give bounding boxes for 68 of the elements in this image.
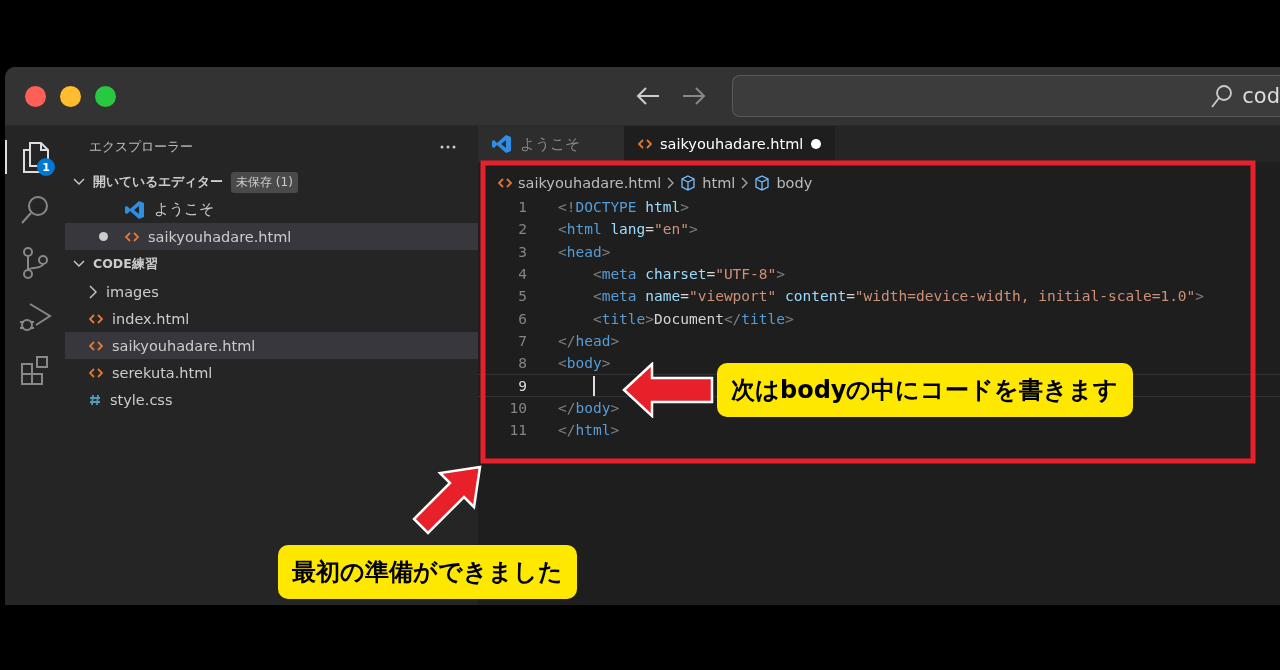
file-item[interactable]: ようこそ — [65, 196, 478, 223]
section-header[interactable]: 開いているエディター 未保存 (1) — [65, 168, 478, 196]
breadcrumb-item[interactable]: body — [776, 175, 813, 191]
file-item[interactable]: saikyouhadare.html — [65, 223, 478, 250]
editor-tab[interactable]: ようこそ — [478, 126, 624, 162]
html-file-icon — [89, 340, 103, 351]
line-number: 11 — [508, 422, 527, 439]
callout-label: 次はbodyの中にコードを書きます — [717, 363, 1133, 417]
extensions-icon[interactable] — [19, 354, 51, 386]
html-file-icon — [125, 231, 139, 242]
line-number: 4 — [517, 266, 527, 283]
html-file-icon — [89, 367, 103, 378]
chevron-icon — [89, 284, 97, 299]
command-search-field[interactable]: cod — [732, 75, 1280, 117]
cube-icon — [754, 175, 771, 191]
line-number: 6 — [517, 310, 527, 327]
minimize-button[interactable] — [60, 85, 81, 107]
file-item[interactable]: saikyouhadare.html — [65, 332, 478, 359]
forward-arrow-icon[interactable] — [681, 86, 707, 106]
code-line: </html> — [558, 422, 620, 439]
code-line: <body> — [558, 355, 611, 372]
back-arrow-icon[interactable] — [635, 86, 661, 106]
code-line: <head> — [558, 243, 611, 260]
breadcrumb-item[interactable]: saikyouhadare.html — [518, 175, 662, 191]
line-number: 3 — [517, 243, 527, 260]
file-item[interactable]: images — [65, 278, 478, 305]
html-file-icon — [498, 178, 512, 188]
editor-tab[interactable]: saikyouhadare.html — [624, 126, 836, 162]
run-debug-icon[interactable] — [18, 300, 52, 334]
files-icon[interactable] — [20, 140, 52, 174]
unsaved-badge: 未保存 (1) — [231, 171, 298, 193]
chevron-icon — [741, 177, 749, 189]
arrow-drawing — [412, 463, 484, 535]
line-number: 10 — [508, 399, 527, 416]
line-number: 7 — [517, 332, 527, 349]
code-line: <!DOCTYPE html> — [558, 199, 689, 216]
line-number: 2 — [517, 221, 527, 238]
zoom-button[interactable] — [95, 85, 116, 107]
code-line: <meta charset="UTF-8"> — [591, 266, 785, 283]
file-item[interactable]: serekuta.html — [65, 359, 478, 386]
section-header[interactable]: CODE練習 — [65, 250, 478, 278]
code-line: <meta name="viewport" content="width=device-width, initial-scale=1.0"> — [591, 288, 1205, 305]
search-icon — [1210, 83, 1235, 109]
search-icon[interactable] — [19, 194, 51, 226]
code-line: <html lang="en"> — [558, 221, 698, 238]
line-number: 9 — [517, 377, 527, 394]
close-button[interactable] — [25, 85, 46, 107]
html-file-icon — [638, 139, 652, 149]
hash-icon — [89, 393, 101, 406]
vscode-logo-icon — [125, 199, 145, 220]
more-icon[interactable] — [440, 145, 456, 149]
text-cursor — [593, 375, 595, 396]
sidebar-title: エクスプローラー — [89, 138, 193, 156]
code-line: </head> — [558, 332, 620, 349]
code-line: </body> — [558, 399, 620, 416]
vscode-logo-icon — [492, 134, 512, 154]
html-file-icon — [89, 313, 103, 324]
line-number: 5 — [517, 288, 527, 305]
chevron-icon — [667, 177, 675, 189]
file-item[interactable]: style.css — [65, 386, 478, 413]
cube-icon — [680, 175, 697, 191]
callout-label: 最初の準備ができました — [278, 545, 577, 599]
file-item[interactable]: index.html — [65, 305, 478, 332]
breadcrumb-item[interactable]: html — [702, 175, 736, 191]
code-line: <title>Document</title> — [591, 310, 794, 327]
notification-badge: 1 — [37, 158, 55, 176]
line-number: 8 — [517, 355, 527, 372]
line-number: 1 — [517, 199, 527, 216]
